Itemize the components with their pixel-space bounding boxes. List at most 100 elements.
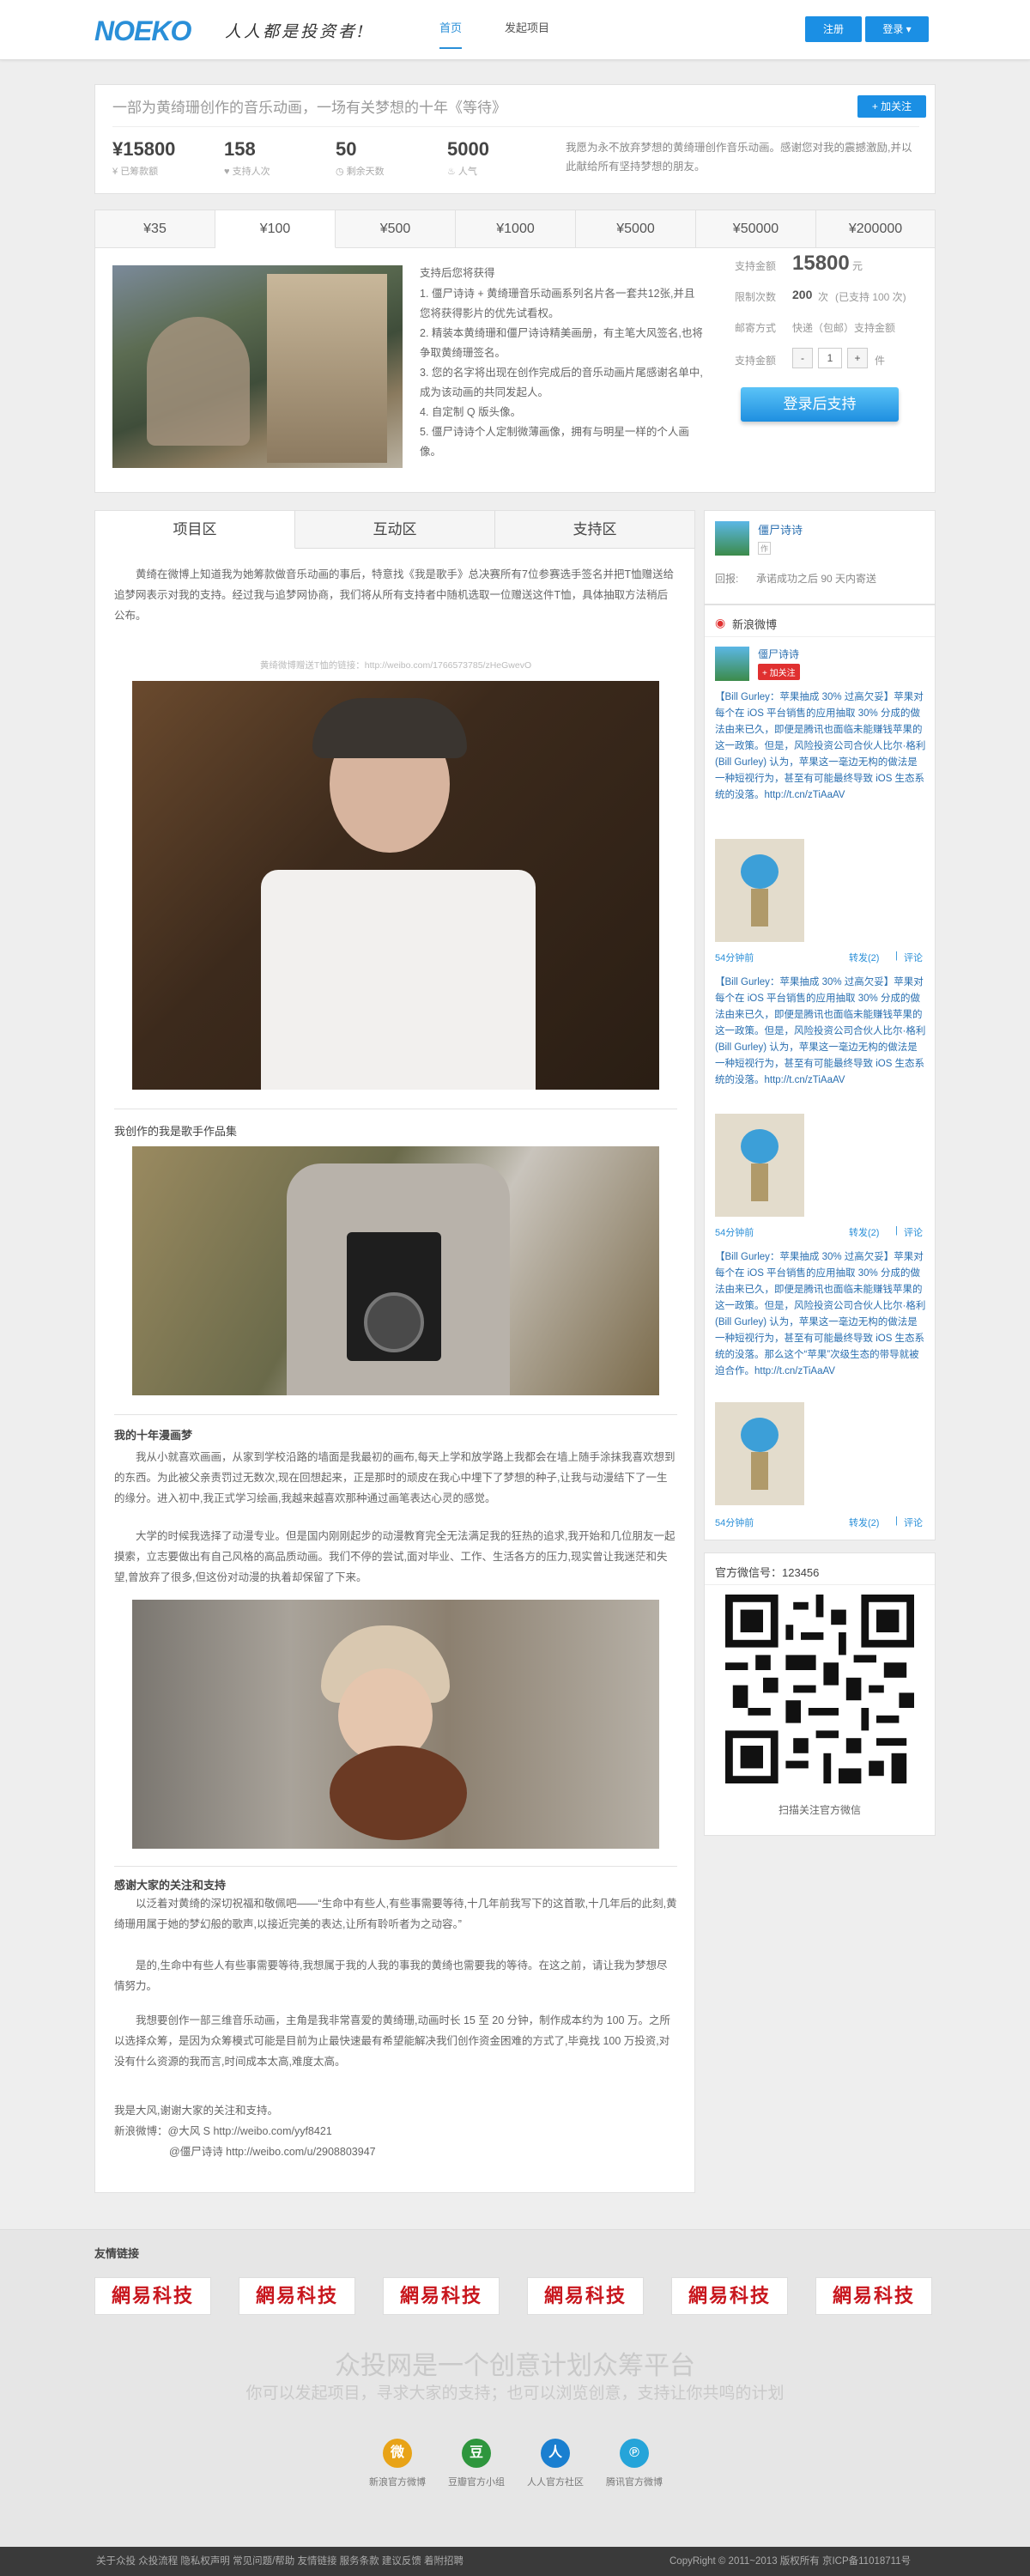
footer-subslogan: 你可以发起项目，寻求大家的支持；也可以浏览创意，支持让你共鸣的计划: [245, 2385, 785, 2403]
author-card: 僵尸诗诗 作 回报: 承诺成功之后 90 天内寄送: [704, 510, 936, 605]
reward-image: [112, 265, 403, 468]
stat-raised: ¥15800 ¥ 已筹款额: [112, 138, 176, 177]
section-title: 感谢大家的关注和支持: [114, 1879, 227, 1892]
quantity-plus-button[interactable]: +: [847, 348, 868, 368]
section-title: 我创作的我是歌手作品集: [114, 1125, 238, 1138]
signature: 我是大风,谢谢大家的关注和支持。: [114, 2105, 278, 2117]
stat-backers: 158 ♥ 支持人次: [224, 138, 270, 177]
amount-tab[interactable]: ¥500: [336, 210, 456, 248]
friend-link[interactable]: 網易科技: [527, 2277, 644, 2315]
weibo-post-meta: 54分钟前 转发(2) | 评论: [715, 1516, 923, 1528]
bottom-links[interactable]: 关于众投 众投流程 隐私权声明 常见问题/帮助 友情链接 服务条款 建议反馈 着…: [96, 2547, 464, 2576]
friend-link[interactable]: 網易科技: [94, 2277, 211, 2315]
amount-tab[interactable]: ¥1000: [456, 210, 576, 248]
weibo-post-meta: 54分钟前 转发(2) | 评论: [715, 951, 923, 963]
weibo-post-text: 【Bill Gurley：苹果抽成 30% 过高欠妥】苹果对每个在 iOS 平台…: [715, 692, 926, 800]
divider: [705, 1584, 935, 1585]
qr-code: [725, 1595, 914, 1783]
divider: [705, 636, 935, 637]
weibo-link[interactable]: 新浪微博：@大风 S http://weibo.com/yyf8421: [114, 2122, 332, 2138]
project-header: 一部为黄绮珊创作的音乐动画，一场有关梦想的十年《等待》 + 加关注 ¥15800…: [94, 84, 936, 194]
site-logo[interactable]: NOEKO: [94, 15, 191, 47]
friend-link[interactable]: 網易科技: [239, 2277, 355, 2315]
amount-tab[interactable]: ¥35: [95, 210, 215, 248]
amount-tab[interactable]: ¥50000: [696, 210, 816, 248]
limit-label: 限制次数: [735, 291, 777, 303]
douban-icon[interactable]: 豆: [462, 2439, 491, 2468]
reward-title: 支持后您将获得: [420, 267, 495, 279]
nav-home[interactable]: 首页: [439, 19, 463, 49]
avatar[interactable]: [715, 647, 749, 681]
register-button[interactable]: 注册: [805, 16, 862, 42]
social-label[interactable]: 腾讯官方微博: [591, 2475, 677, 2488]
quantity-input[interactable]: 1: [818, 348, 842, 368]
wechat-caption: 扫描关注官方微信: [778, 1804, 861, 1816]
limit-unit: 次: [818, 291, 829, 303]
avatar[interactable]: [715, 521, 749, 556]
friend-links-title: 友情链接: [94, 2247, 140, 2260]
friend-link[interactable]: 網易科技: [383, 2277, 500, 2315]
author-name[interactable]: 僵尸诗诗: [758, 521, 803, 538]
project-title: 一部为黄绮珊创作的音乐动画，一场有关梦想的十年《等待》: [112, 100, 506, 116]
weibo-post-text: 【Bill Gurley：苹果抽成 30% 过高欠妥】苹果对每个在 iOS 平台…: [715, 1252, 926, 1376]
photo-dog: [132, 1600, 659, 1849]
divider: [112, 126, 919, 127]
amount-tab[interactable]: ¥5000: [576, 210, 696, 248]
tencent-weibo-icon[interactable]: ℗: [620, 2439, 649, 2468]
sina-weibo-icon[interactable]: 微: [383, 2439, 412, 2468]
amount-tab[interactable]: ¥200000: [816, 210, 935, 248]
photo-tshirt: [132, 681, 659, 1090]
weibo-title: 新浪微博: [732, 618, 778, 631]
tab-support[interactable]: 支持区: [495, 511, 694, 549]
amount-label: 支持金额: [735, 260, 777, 272]
divider: [114, 1866, 677, 1867]
photo-camera: [132, 1146, 659, 1395]
story-paragraph: 以泛着对黄绮的深切祝福和敬佩吧——“生命中有些人,有些事需要等待,十几年前我写下…: [114, 1898, 677, 1930]
weibo-post-image[interactable]: [715, 1402, 804, 1505]
reward-item: 5. 僵尸诗诗个人定制微薄画像，拥有与明星一样的个人画像。: [420, 426, 689, 458]
stat-popularity: 5000 ♨ 人气: [447, 138, 489, 177]
section-title: 我的十年漫画梦: [114, 1429, 193, 1442]
amount-value: 15800: [792, 252, 850, 275]
tab-project[interactable]: 项目区: [95, 511, 295, 549]
amount-tab[interactable]: ¥100: [215, 210, 336, 248]
weibo-author[interactable]: 僵尸诗诗: [758, 647, 799, 661]
friend-link[interactable]: 網易科技: [815, 2277, 932, 2315]
story-paragraph: 大学的时候我选择了动漫专业。但是国内刚刚起步的动漫教育完全无法满足我的狂热的追求…: [114, 1530, 676, 1583]
social-label[interactable]: 豆瓣官方小组: [433, 2475, 519, 2488]
weibo-post-image[interactable]: [715, 839, 804, 942]
limit-note: (已支持 100 次): [835, 291, 906, 303]
bottom-bar: 关于众投 众投流程 隐私权声明 常见问题/帮助 友情链接 服务条款 建议反馈 着…: [0, 2547, 1030, 2576]
weibo-follow-button[interactable]: + 加关注: [758, 664, 800, 680]
nav-start-project[interactable]: 发起项目: [505, 19, 549, 35]
friend-link[interactable]: 網易科技: [671, 2277, 788, 2315]
follow-button[interactable]: + 加关注: [857, 95, 926, 118]
reward-item: 1. 僵尸诗诗 + 黄绮珊音乐动画系列名片各一套共12张,并且您将获得影片的优先…: [420, 288, 695, 319]
weibo-post-meta: 54分钟前 转发(2) | 评论: [715, 1225, 923, 1238]
amount-unit: 元: [852, 260, 863, 272]
divider: [114, 1414, 677, 1415]
social-label[interactable]: 人人官方社区: [512, 2475, 598, 2488]
social-label[interactable]: 新浪官方微博: [354, 2475, 440, 2488]
reward-item: 2. 精装本黄绮珊和僵尸诗诗精美画册，有主笔大风签名,也将争取黄绮珊签名。: [420, 327, 703, 359]
quantity-label: 支持金额: [735, 355, 777, 367]
return-text: 承诺成功之后 90 天内寄送: [756, 573, 877, 585]
support-button[interactable]: 登录后支持: [741, 387, 899, 422]
renren-icon[interactable]: 人: [541, 2439, 570, 2468]
quantity-minus-button[interactable]: -: [792, 348, 813, 368]
tab-interaction[interactable]: 互动区: [295, 511, 495, 549]
delivery-value: 快递（包邮）支持金额: [792, 322, 896, 334]
reward-panel: ¥35 ¥100 ¥500 ¥1000 ¥5000 ¥50000 ¥200000…: [94, 210, 936, 493]
author-badge: 作: [758, 542, 772, 555]
copyright: CopyRight © 2011~2013 版权所有 京ICP备11018711…: [670, 2556, 912, 2567]
main-content: 项目区 互动区 支持区 黄绮在微博上知道我为她筹款做音乐动画的事后，特意找《我是…: [94, 510, 695, 2193]
weibo-widget: ◉ 新浪微博 僵尸诗诗 + 加关注 【Bill Gurley：苹果抽成 30% …: [704, 605, 936, 1540]
login-button[interactable]: 登录 ▾: [865, 16, 929, 42]
quantity-unit: 件: [875, 355, 886, 367]
weibo-link[interactable]: @僵尸诗诗 http://weibo.com/u/2908803947: [169, 2142, 376, 2159]
weibo-post-image[interactable]: [715, 1114, 804, 1217]
image-caption: 黄绮微博赠送T恤的链接：http://weibo.com/1766573785/…: [259, 660, 532, 671]
limit-value: 200: [792, 288, 813, 301]
weibo-post-text: 【Bill Gurley：苹果抽成 30% 过高欠妥】苹果对每个在 iOS 平台…: [715, 977, 926, 1085]
story-paragraph: 我想要创作一部三维音乐动画，主角是我非常喜爱的黄绮珊,动画时长 15 至 20 …: [114, 2014, 670, 2068]
